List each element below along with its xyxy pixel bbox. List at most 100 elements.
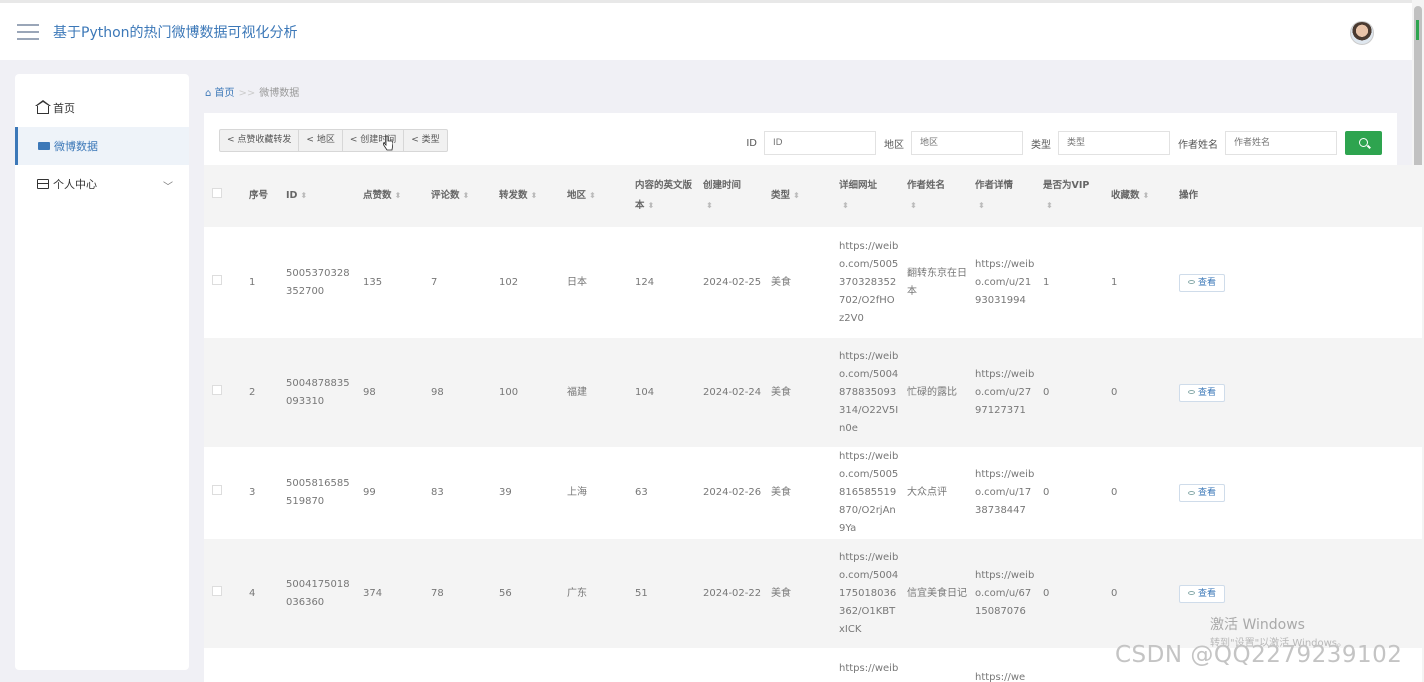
sidebar-item-profile[interactable]: 个人中心 ﹀ — [15, 165, 189, 203]
filter-bar: ID 地区 类型 作者姓名 — [738, 131, 1382, 155]
chevron-down-icon: ﹀ — [163, 182, 173, 193]
col-header[interactable]: 详细网址 ⬍ — [831, 165, 899, 227]
table-row: 3 5005816585519870 99 83 39 上海 63 2024-02-26 美食 h… — [204, 447, 1422, 539]
row-checkbox[interactable] — [212, 485, 222, 495]
menu-toggle-icon[interactable] — [17, 23, 39, 40]
col-header[interactable]: ID ⬍ — [278, 165, 355, 227]
top-bar: 基于Python的热门微博数据可视化分析 — [0, 0, 1412, 60]
col-header[interactable]: 评论数 ⬍ — [423, 165, 491, 227]
col-header[interactable]: 是否为VIP ⬍ — [1035, 165, 1103, 227]
col-header[interactable]: 作者姓名 ⬍ — [899, 165, 967, 227]
cell-author_url[interactable]: https://we — [967, 648, 1035, 682]
cell-vip: 0 — [1043, 587, 1050, 599]
view-button-label: 查看 — [1198, 588, 1217, 599]
cell-vip: 0 — [1043, 487, 1050, 498]
search-button[interactable] — [1345, 131, 1382, 155]
col-header[interactable]: 创建时间 ⬍ — [695, 165, 763, 227]
cell-type — [763, 648, 831, 682]
table-row: 2 5004878835093310 98 98 100 福建 104 2024-02-24 美… — [204, 338, 1422, 447]
cell-en: 51 — [635, 587, 648, 599]
cell-author_url[interactable]: https://weibo.com/u/2797127371 — [967, 338, 1035, 447]
sort-type-button[interactable]: < 类型 — [404, 130, 446, 151]
cell-url[interactable]: https://weibo.com/5005816585519870/O2rjA… — [831, 447, 899, 539]
breadcrumb-home[interactable]: ⌂ 首页 — [205, 88, 235, 99]
view-button[interactable]: 查看 — [1179, 584, 1226, 603]
sidebar-item-home[interactable]: 首页 — [15, 89, 189, 127]
region-filter-input[interactable] — [911, 131, 1023, 155]
data-table: 序号 ID ⬍ 点赞数 ⬍ 评论数 ⬍ 转发数 ⬍ 地区 ⬍ 内容的英文版本 ⬍ 创建时间 ⬍… — [204, 165, 1422, 682]
author-filter-input[interactable] — [1225, 131, 1337, 155]
col-header[interactable]: 转发数 ⬍ — [491, 165, 559, 227]
main-panel: < 点赞收藏转发 < 地区 < 创建时间 < 类型 ID 地区 类型 作者姓名 … — [204, 113, 1422, 682]
ticket-icon — [38, 142, 50, 150]
cell-author_url[interactable]: https://weibo.com/u/2193031994 — [967, 227, 1035, 338]
cell-reposts: 100 — [499, 386, 519, 398]
cell-comments — [423, 648, 491, 682]
col-header: 序号 — [249, 190, 269, 201]
cell-type: 美食 — [771, 487, 791, 498]
cell-vip — [1035, 648, 1103, 682]
table-header-row: 序号 ID ⬍ 点赞数 ⬍ 评论数 ⬍ 转发数 ⬍ 地区 ⬍ 内容的英文版本 ⬍ 创建时间 ⬍… — [204, 165, 1422, 227]
filter-label-author: 作者姓名 — [1178, 139, 1218, 151]
cell-likes — [355, 648, 423, 682]
sort-button-group: < 点赞收藏转发 < 地区 < 创建时间 < 类型 — [219, 129, 448, 152]
cell-idx: 4 — [249, 587, 256, 599]
eye-icon — [1188, 591, 1195, 595]
sidebar-item-label: 首页 — [53, 102, 75, 115]
sidebar: 首页 微博数据 个人中心 ﹀ — [15, 74, 189, 670]
cell-likes: 374 — [363, 587, 383, 599]
cell-comments: 7 — [431, 276, 438, 288]
type-filter-input[interactable] — [1058, 131, 1170, 155]
cell-en: 63 — [635, 487, 648, 498]
filter-label-type: 类型 — [1031, 139, 1051, 151]
col-header[interactable]: 点赞数 ⬍ — [355, 165, 423, 227]
sort-region-button[interactable]: < 地区 — [299, 130, 343, 151]
cell-url[interactable]: https://weibo.com/5004175018036362/O1KBT… — [831, 539, 899, 648]
sidebar-item-weibo-data[interactable]: 微博数据 — [15, 127, 189, 165]
cell-url[interactable]: https://weibo.com/5005370328352702/O2fHO… — [831, 227, 899, 338]
view-button-label: 查看 — [1198, 387, 1217, 398]
view-button-label: 查看 — [1198, 488, 1217, 498]
cell-region: 广东 — [567, 587, 587, 599]
cell-id — [278, 648, 355, 682]
cell-reposts: 102 — [499, 276, 519, 288]
sort-created-button[interactable]: < 创建时间 — [343, 130, 405, 151]
cell-author_url[interactable]: https://weibo.com/u/1738738447 — [967, 447, 1035, 539]
cell-url[interactable]: https://weibo.com/5 — [831, 648, 899, 682]
cell-idx — [241, 648, 278, 682]
row-checkbox[interactable] — [212, 274, 222, 285]
view-button[interactable]: 查看 — [1179, 383, 1226, 402]
cell-idx: 1 — [249, 276, 256, 288]
sort-likes-button[interactable]: < 点赞收藏转发 — [220, 130, 300, 151]
cell-id: 5004878835093310 — [286, 377, 350, 407]
id-filter-input[interactable] — [764, 131, 876, 155]
cell-author: 忙碌的露比 — [907, 386, 957, 398]
eye-icon — [1188, 490, 1195, 495]
user-avatar[interactable] — [1350, 21, 1374, 45]
cell-created: 2024-02-26 — [703, 487, 762, 498]
cell-vip: 1 — [1043, 276, 1050, 288]
cell-region: 福建 — [567, 386, 587, 398]
col-header[interactable]: 收藏数 ⬍ — [1103, 165, 1171, 227]
cell-region: 上海 — [567, 487, 587, 498]
cell-likes: 98 — [363, 386, 376, 398]
cell-region: 日本 — [567, 276, 587, 288]
app-title: 基于Python的热门微博数据可视化分析 — [53, 24, 298, 41]
row-checkbox[interactable] — [212, 384, 222, 395]
cell-comments: 83 — [431, 487, 444, 498]
cell-likes: 99 — [363, 487, 376, 498]
col-header[interactable]: 地区 ⬍ — [559, 165, 627, 227]
sidebar-item-label: 微博数据 — [54, 140, 98, 153]
home-icon — [35, 99, 51, 114]
view-button[interactable]: 查看 — [1179, 484, 1226, 502]
view-button[interactable]: 查看 — [1179, 273, 1226, 292]
cell-reposts: 56 — [499, 587, 512, 599]
col-header[interactable]: 作者详情 ⬍ — [967, 165, 1035, 227]
col-header[interactable]: 类型 ⬍ — [763, 165, 831, 227]
select-all-checkbox[interactable] — [212, 188, 222, 198]
cell-id: 5005370328352700 — [286, 267, 350, 297]
col-header[interactable]: 内容的英文版本 ⬍ — [627, 165, 695, 227]
cell-author_url[interactable]: https://weibo.com/u/6715087076 — [967, 539, 1035, 648]
cell-url[interactable]: https://weibo.com/5004878835093314/O22V5… — [831, 338, 899, 447]
row-checkbox[interactable] — [212, 585, 222, 596]
